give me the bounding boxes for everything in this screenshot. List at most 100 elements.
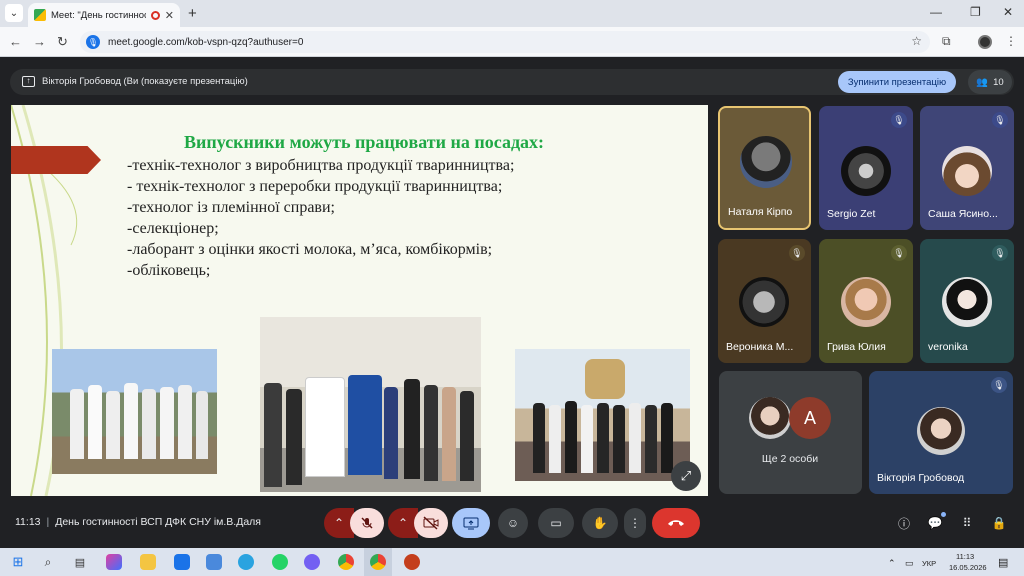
address-bar-row: ← → ↻ 🎙 meet.google.com/kob-vspn-qzq?aut… <box>0 27 1024 57</box>
menu-icon[interactable]: ⋮ <box>1005 34 1017 48</box>
captions-icon[interactable]: ▭ <box>538 508 574 538</box>
browser-tab-bar: ⌄ Meet: "День гостинності В ✕ + — ❐ ✕ <box>0 0 1024 27</box>
clock-time[interactable]: 11:13 <box>956 552 974 561</box>
new-tab-button[interactable]: + <box>188 5 197 22</box>
meeting-info-icon[interactable]: ⓘ <box>895 514 913 532</box>
leave-call-button[interactable] <box>652 508 700 538</box>
tab-title: Meet: "День гостинності В <box>51 9 146 21</box>
search-icon[interactable]: ⌕ <box>40 554 56 570</box>
avatar <box>942 277 992 327</box>
slide-list-item: -лаборант з оцінки якості молока, м’яса,… <box>127 241 493 258</box>
participant-name: Грива Юлия <box>827 341 886 353</box>
mic-off-icon: 🎙 <box>891 245 907 261</box>
avatar <box>841 146 891 196</box>
slide-list-item: -технік-технолог з виробництва продукції… <box>127 157 515 174</box>
tray-chevron-icon[interactable]: ⌃ <box>888 558 896 569</box>
minimize-button[interactable]: — <box>930 5 942 19</box>
tab-search-icon[interactable]: ⌄ <box>5 4 23 22</box>
back-icon[interactable]: ← <box>9 34 22 49</box>
start-icon[interactable]: ⊞ <box>10 554 26 570</box>
avatar <box>841 277 891 327</box>
participant-tile[interactable]: 🎙 Sergio Zet <box>819 106 913 230</box>
more-participants-tile[interactable]: A Ще 2 особи <box>719 371 862 494</box>
browser-tab-meet[interactable]: Meet: "День гостинності В ✕ <box>28 3 180 27</box>
host-controls-icon[interactable]: 🔒 <box>990 514 1008 532</box>
participant-tile[interactable]: 🎙 Саша Ясино... <box>920 106 1014 230</box>
present-screen-button[interactable] <box>452 508 490 538</box>
clock-date[interactable]: 16.05.2026 <box>949 563 987 572</box>
mic-off-icon: 🎙 <box>991 377 1007 393</box>
url-input[interactable]: 🎙 meet.google.com/kob-vspn-qzq?authuser=… <box>80 31 930 53</box>
reload-icon[interactable]: ↻ <box>57 34 68 50</box>
camera-off-button[interactable] <box>414 508 448 538</box>
file-explorer-icon[interactable] <box>140 554 156 570</box>
tab-close-icon[interactable]: ✕ <box>165 9 174 22</box>
bookmark-star-icon[interactable]: ☆ <box>911 34 922 48</box>
network-icon[interactable]: ▭ <box>905 558 914 569</box>
group-photo-1 <box>52 349 217 474</box>
participant-tile[interactable]: 🎙 Грива Юлия <box>819 239 913 363</box>
chat-icon[interactable]: 💬 <box>926 512 946 532</box>
participant-name: Sergio Zet <box>827 208 876 220</box>
store-icon[interactable] <box>206 554 222 570</box>
emoji-reaction-icon[interactable]: ☺ <box>498 508 528 538</box>
expand-icon[interactable]: ⤢ <box>671 461 701 491</box>
avatar <box>749 397 791 439</box>
raise-hand-icon[interactable]: ✋ <box>582 508 618 538</box>
maximize-button[interactable]: ❐ <box>970 5 981 19</box>
letter-avatar: A <box>789 397 831 439</box>
chrome-active-icon[interactable] <box>370 554 386 570</box>
participant-tile[interactable]: 🎙 veronika <box>920 239 1014 363</box>
participants-button[interactable]: 👥 10 <box>968 70 1012 94</box>
mic-off-button[interactable] <box>350 508 384 538</box>
forward-icon[interactable]: → <box>33 34 46 49</box>
avatar <box>942 146 992 196</box>
more-options-icon[interactable]: ⋮ <box>624 508 646 538</box>
slide-arrow-shape <box>11 146 101 174</box>
copilot-icon[interactable] <box>106 554 122 570</box>
group-photo-3 <box>515 349 690 481</box>
mic-off-icon: 🎙 <box>891 112 907 128</box>
meeting-time: 11:13 <box>15 516 41 528</box>
presentation-slide: Випускники можуть працювати на посадах: … <box>11 105 708 496</box>
participant-name: Вікторія Гробовод <box>877 472 965 484</box>
present-screen-icon: ↑ <box>22 76 35 87</box>
group-photo-2 <box>260 317 481 492</box>
notification-icon[interactable]: ▤ <box>998 556 1008 569</box>
separator: | <box>46 516 50 528</box>
language-indicator[interactable]: УКР <box>922 559 936 568</box>
url-text: meet.google.com/kob-vspn-qzq?authuser=0 <box>108 36 304 48</box>
meet-favicon-icon <box>34 9 46 21</box>
profile-avatar[interactable] <box>978 35 992 49</box>
participant-name: Вероника М... <box>726 341 794 353</box>
slide-list: -технік-технолог з виробництва продукції… <box>127 155 514 281</box>
more-participants-label: Ще 2 особи <box>761 453 819 465</box>
participant-tile[interactable]: 🎙 Вероника М... <box>718 239 811 363</box>
slide-list-item: -обліковець; <box>127 262 211 279</box>
meeting-info: 11:13 | День гостинності ВСП ДФК СНУ ім.В.… <box>15 516 261 528</box>
avatar <box>739 277 789 327</box>
people-icon: 👥 <box>976 76 989 88</box>
self-view-tile[interactable]: 🎙 Вікторія Гробовод <box>869 371 1013 494</box>
chrome-icon[interactable] <box>338 554 354 570</box>
close-window-button[interactable]: ✕ <box>1003 5 1013 19</box>
slide-list-item: - технік-технолог з переробки продукції … <box>127 178 503 195</box>
whatsapp-icon[interactable] <box>272 554 288 570</box>
task-view-icon[interactable]: ▤ <box>72 554 88 570</box>
mic-off-icon: 🎙 <box>992 112 1008 128</box>
edge-icon[interactable] <box>174 554 190 570</box>
avatar <box>740 136 792 188</box>
telegram-icon[interactable] <box>238 554 254 570</box>
activities-icon[interactable]: ⠿ <box>958 514 976 532</box>
recording-icon <box>150 10 160 20</box>
powerpoint-icon[interactable] <box>404 554 420 570</box>
stop-presenting-button[interactable]: Зупинити презентацію <box>838 71 956 93</box>
extensions-icon[interactable]: ⧉ <box>942 34 951 49</box>
viber-icon[interactable] <box>304 554 320 570</box>
participant-name: veronika <box>928 341 968 353</box>
mic-site-icon[interactable]: 🎙 <box>86 35 100 49</box>
participants-count: 10 <box>993 76 1004 88</box>
participant-tile[interactable]: Наталя Кірпо <box>718 106 811 230</box>
presenting-status: Вікторія Гробовод (Ви (показуєте презент… <box>42 76 248 87</box>
slide-list-item: -технолог із племінної справи; <box>127 199 335 216</box>
